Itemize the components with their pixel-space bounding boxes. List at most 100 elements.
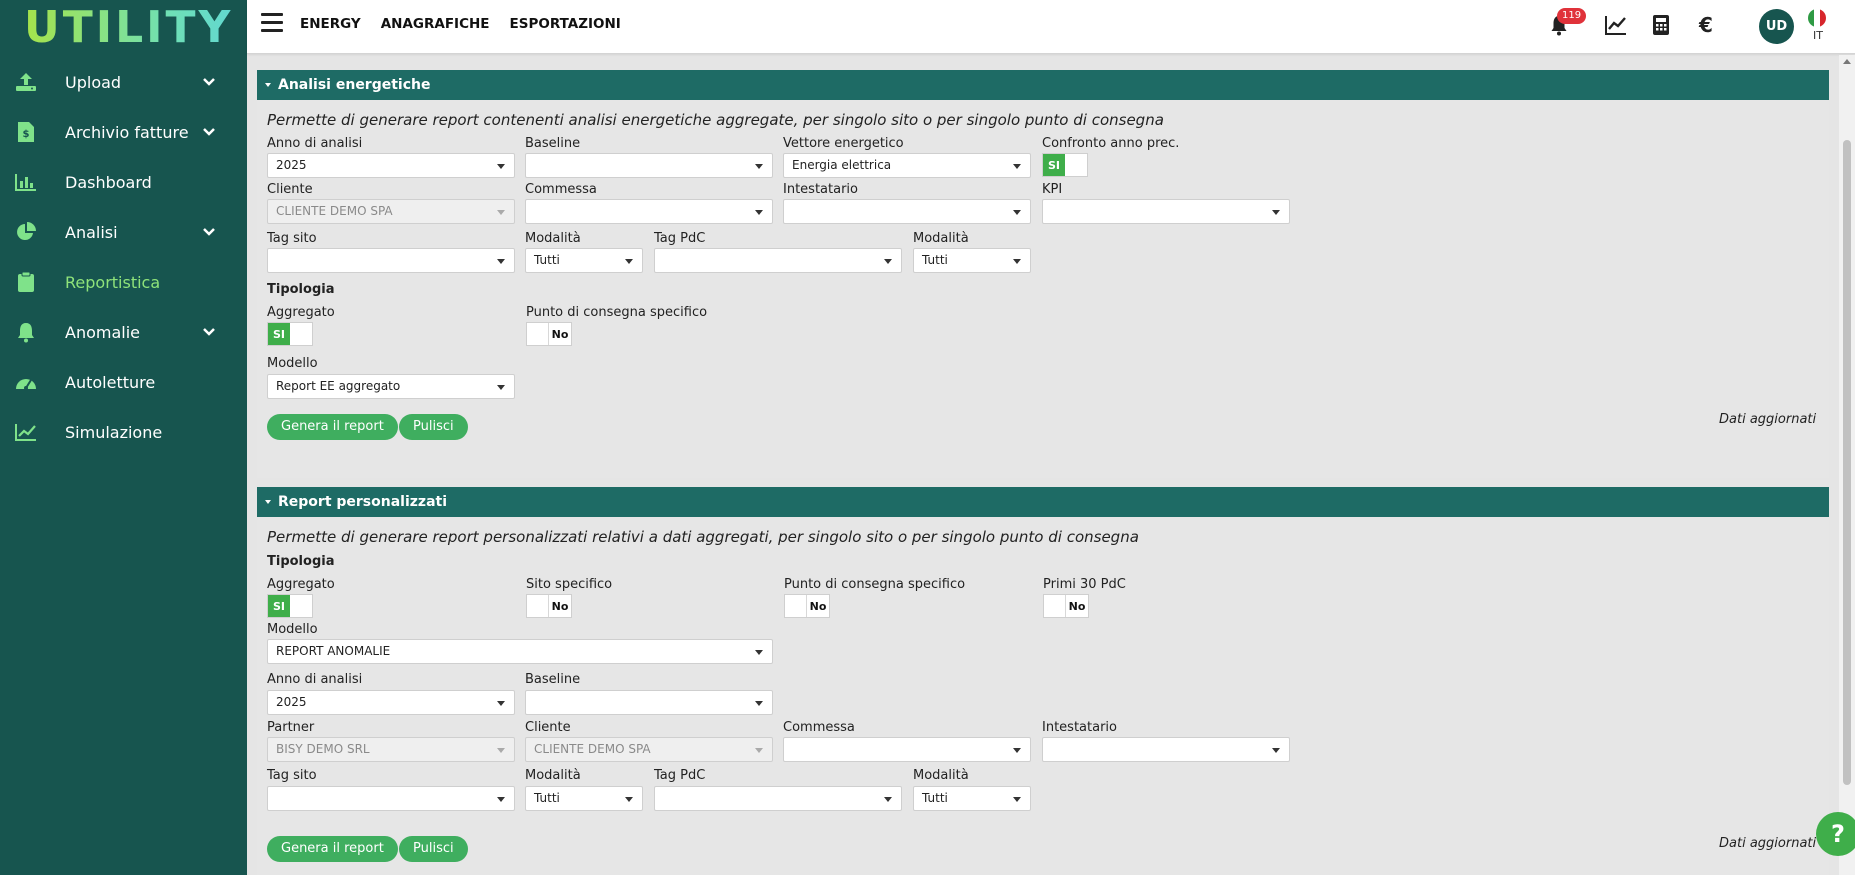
dropdown-caret-icon xyxy=(625,797,633,802)
panel-header[interactable]: Report personalizzati xyxy=(257,487,1829,517)
modalita-pdc-label: Modalità xyxy=(913,231,969,246)
pdc-specifico-label: Punto di consegna specifico xyxy=(784,577,966,592)
dropdown-caret-icon xyxy=(497,210,505,215)
anno-select[interactable]: 2025 xyxy=(267,153,515,178)
sidebar-item-anomalie[interactable]: Anomalie xyxy=(0,307,247,357)
baseline-select[interactable] xyxy=(525,153,773,178)
chevron-down-icon xyxy=(203,128,215,136)
dropdown-caret-icon xyxy=(884,797,892,802)
intestatario-select[interactable] xyxy=(1042,737,1290,762)
vertical-scrollbar[interactable] xyxy=(1839,55,1855,875)
modalita-sito-select[interactable]: Tutti xyxy=(525,248,643,273)
pdc-specifico-toggle[interactable]: No xyxy=(784,594,830,618)
top-nav-energy[interactable]: ENERGY xyxy=(300,16,361,32)
partner-select[interactable]: BISY DEMO SRL xyxy=(267,737,515,762)
tipologia-heading: Tipologia xyxy=(267,282,335,297)
tag-pdc-select[interactable] xyxy=(654,786,902,811)
aggregato-toggle[interactable]: SI xyxy=(267,322,313,346)
sito-specifico-toggle[interactable]: No xyxy=(526,594,572,618)
genera-report-button[interactable]: Genera il report xyxy=(267,836,398,862)
modalita-pdc-select[interactable]: Tutti xyxy=(913,786,1031,811)
dropdown-caret-icon xyxy=(755,210,763,215)
anno-label: Anno di analisi xyxy=(267,672,363,687)
commessa-select[interactable] xyxy=(783,737,1031,762)
tag-sito-label: Tag sito xyxy=(267,231,317,246)
genera-report-button[interactable]: Genera il report xyxy=(267,414,398,440)
sidebar-item-label: Anomalie xyxy=(65,322,140,342)
pulisci-button[interactable]: Pulisci xyxy=(399,414,468,440)
dropdown-caret-icon xyxy=(497,797,505,802)
svg-text:$: $ xyxy=(23,129,30,140)
dropdown-caret-icon xyxy=(497,164,505,169)
modalita-pdc-select[interactable]: Tutti xyxy=(913,248,1031,273)
intestatario-label: Intestatario xyxy=(783,182,858,197)
tag-sito-label: Tag sito xyxy=(267,768,317,783)
sidebar-item-label: Dashboard xyxy=(65,172,152,192)
pdc-specifico-toggle[interactable]: No xyxy=(526,322,572,346)
top-nav-esportazioni[interactable]: ESPORTAZIONI xyxy=(510,16,621,32)
cliente-select[interactable]: CLIENTE DEMO SPA xyxy=(267,199,515,224)
modalita-sito-select[interactable]: Tutti xyxy=(525,786,643,811)
sidebar-item-label: Upload xyxy=(65,72,122,92)
sidebar-item-reportistica[interactable]: Reportistica xyxy=(0,257,247,307)
sidebar-item-label: Reportistica xyxy=(65,272,161,292)
tag-sito-select[interactable] xyxy=(267,248,515,273)
svg-text:€: € xyxy=(1698,13,1713,37)
top-nav-anagrafiche[interactable]: ANAGRAFICHE xyxy=(381,16,490,32)
sidebar-item-dashboard[interactable]: Dashboard xyxy=(0,157,247,207)
aggregato-toggle[interactable]: SI xyxy=(267,594,313,618)
notification-badge: 119 xyxy=(1557,8,1587,24)
modello-label: Modello xyxy=(267,356,318,371)
dati-aggiornati-label: Dati aggiornati xyxy=(1719,412,1817,427)
dati-aggiornati-label: Dati aggiornati xyxy=(1719,836,1817,851)
sidebar-item-simulazione[interactable]: Simulazione xyxy=(0,407,247,457)
pulisci-button[interactable]: Pulisci xyxy=(399,836,468,862)
tag-pdc-label: Tag PdC xyxy=(654,768,706,783)
primi30-label: Primi 30 PdC xyxy=(1043,577,1126,592)
anno-label: Anno di analisi xyxy=(267,136,363,151)
sidebar-item-upload[interactable]: Upload xyxy=(0,57,247,107)
dropdown-caret-icon xyxy=(1013,259,1021,264)
anno-select[interactable]: 2025 xyxy=(267,690,515,715)
commessa-select[interactable] xyxy=(525,199,773,224)
dropdown-caret-icon xyxy=(497,748,505,753)
modello-select[interactable]: REPORT ANOMALIE xyxy=(267,639,773,664)
confronto-toggle[interactable]: SI xyxy=(1042,153,1088,177)
euro-icon[interactable]: € xyxy=(1694,13,1718,37)
dropdown-caret-icon xyxy=(1013,797,1021,802)
hamburger-menu-icon[interactable] xyxy=(261,13,283,33)
app-logo[interactable]: UTILITY xyxy=(24,2,233,53)
modalita-pdc-label: Modalità xyxy=(913,768,969,783)
partner-label: Partner xyxy=(267,720,315,735)
panel-description: Permette di generare report contenenti a… xyxy=(267,111,1164,129)
dropdown-caret-icon xyxy=(1013,210,1021,215)
commessa-label: Commessa xyxy=(783,720,855,735)
intestatario-select[interactable] xyxy=(783,199,1031,224)
scrollbar-thumb[interactable] xyxy=(1843,140,1851,785)
sidebar-item-analisi[interactable]: Analisi xyxy=(0,207,247,257)
tag-sito-select[interactable] xyxy=(267,786,515,811)
baseline-select[interactable] xyxy=(525,690,773,715)
calculator-icon[interactable] xyxy=(1649,13,1673,37)
sidebar-item-archivio-fatture[interactable]: $ Archivio fatture xyxy=(0,107,247,157)
vettore-select[interactable]: Energia elettrica xyxy=(783,153,1031,178)
panel-analisi-energetiche: Analisi energetiche Permette di generare… xyxy=(257,70,1829,478)
primi30-toggle[interactable]: No xyxy=(1043,594,1089,618)
kpi-select[interactable] xyxy=(1042,199,1290,224)
dropdown-caret-icon xyxy=(755,701,763,706)
avatar[interactable]: UD xyxy=(1759,9,1794,44)
help-button[interactable]: ? xyxy=(1816,812,1855,856)
panel-description: Permette di generare report personalizza… xyxy=(267,528,1139,546)
modello-select[interactable]: Report EE aggregato xyxy=(267,374,515,399)
dropdown-caret-icon xyxy=(755,650,763,655)
line-chart-icon xyxy=(14,420,38,444)
upload-icon xyxy=(14,70,38,94)
line-chart-icon[interactable] xyxy=(1604,13,1628,37)
scroll-up-arrow-icon[interactable] xyxy=(1843,59,1851,64)
tag-pdc-select[interactable] xyxy=(654,248,902,273)
sidebar-item-autoletture[interactable]: Autoletture xyxy=(0,357,247,407)
aggregato-label: Aggregato xyxy=(267,577,335,592)
italian-flag-icon[interactable] xyxy=(1808,9,1826,27)
cliente-select[interactable]: CLIENTE DEMO SPA xyxy=(525,737,773,762)
panel-header[interactable]: Analisi energetiche xyxy=(257,70,1829,100)
